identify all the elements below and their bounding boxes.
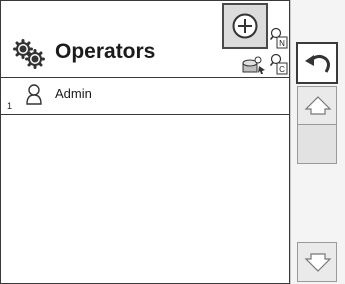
add-circle-icon: [232, 13, 258, 39]
person-icon: [26, 84, 42, 105]
svg-text:N: N: [279, 39, 285, 48]
arrow-down-icon: [304, 253, 332, 272]
search-by-name-icon[interactable]: N: [270, 27, 288, 49]
operators-list: 1 Admin: [1, 78, 289, 115]
side-toolbar: [290, 0, 345, 284]
preset-load-icon[interactable]: [241, 55, 269, 75]
add-operator-button[interactable]: [222, 3, 268, 49]
row-index: 1: [7, 101, 13, 111]
back-button[interactable]: [296, 42, 338, 84]
operators-panel: Operators N C 1 Admin: [0, 0, 290, 284]
blank-button[interactable]: [297, 124, 337, 164]
operator-name: Admin: [55, 86, 92, 101]
page-title: Operators: [55, 40, 156, 63]
scroll-down-button[interactable]: [297, 242, 337, 282]
gears-icon: [13, 39, 45, 69]
arrow-up-icon: [304, 96, 332, 115]
list-item[interactable]: 1 Admin: [1, 78, 289, 115]
svg-text:C: C: [279, 65, 285, 74]
scroll-up-button[interactable]: [297, 86, 337, 126]
search-by-code-icon[interactable]: C: [270, 53, 288, 75]
panel-header: Operators N C: [1, 1, 289, 78]
undo-arrow-icon: [305, 54, 330, 73]
